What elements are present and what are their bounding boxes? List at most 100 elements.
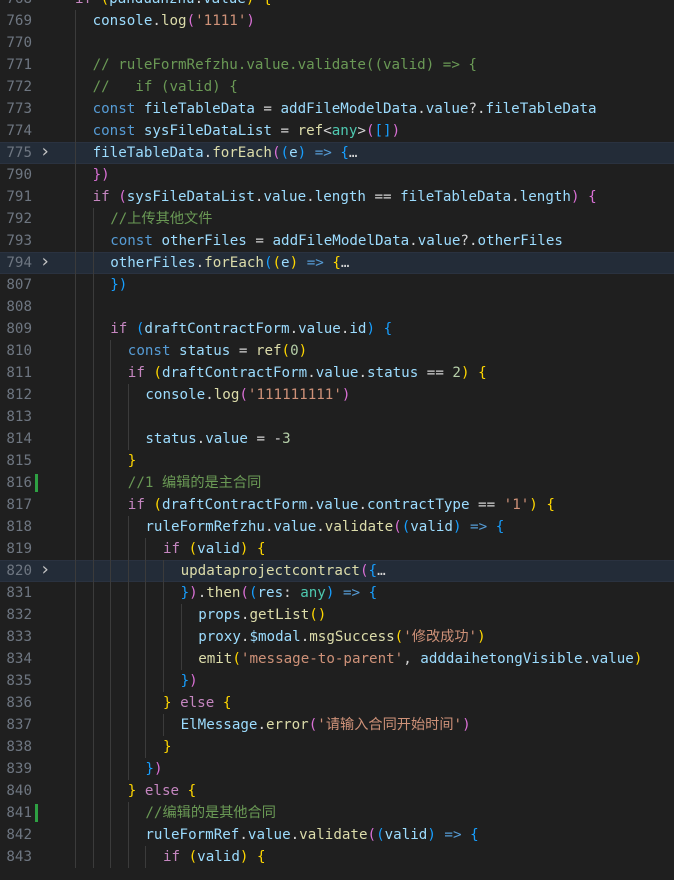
chevron-right-icon[interactable]: › xyxy=(38,142,52,162)
code-text[interactable]: const fileTableData = addFileModelData.v… xyxy=(93,98,597,120)
code-line[interactable]: 815} xyxy=(0,450,674,472)
code-text[interactable]: // ruleFormRefzhu.value.validate((valid)… xyxy=(93,54,477,76)
code-line[interactable]: 808 xyxy=(0,296,674,318)
code-line[interactable]: 769 console.log('1111') xyxy=(0,10,674,32)
indent-guide xyxy=(92,428,94,450)
code-text[interactable]: status.value = -3 xyxy=(145,428,290,450)
code-text[interactable]: const otherFiles = addFileModelData.valu… xyxy=(110,230,563,252)
code-token: = xyxy=(246,233,273,249)
code-text[interactable]: const sysFileDataList = ref<any>([]) xyxy=(93,120,401,142)
code-text[interactable]: if (valid) { xyxy=(163,538,266,560)
code-line[interactable]: 837 ElMessage.error('请输入合同开始时间') xyxy=(0,714,674,736)
code-token: '1111' xyxy=(195,13,247,29)
code-text[interactable]: if (valid) { xyxy=(163,846,266,868)
code-text[interactable]: }) xyxy=(110,274,127,296)
code-token: ( xyxy=(153,365,162,381)
code-line[interactable]: 771 // ruleFormRefzhu.value.validate((val… xyxy=(0,54,674,76)
code-text[interactable]: fileTableData.forEach((e) => {… xyxy=(93,142,358,164)
code-line[interactable]: 832 props.getList() xyxy=(0,604,674,626)
code-line[interactable]: 833 proxy.$modal.msgSuccess('修改成功') xyxy=(0,626,674,648)
code-text[interactable]: if (draftContractForm.value.id) { xyxy=(110,318,392,340)
code-text[interactable]: if (draftContractForm.value.status == 2)… xyxy=(128,362,487,384)
code-line[interactable]: 807}) xyxy=(0,274,674,296)
code-line[interactable]: 840} else { xyxy=(0,780,674,802)
code-line[interactable]: 792 //上传其他文件 xyxy=(0,208,674,230)
code-token: //编辑的是其他合同 xyxy=(145,805,276,821)
code-line[interactable]: 813 xyxy=(0,406,674,428)
code-line[interactable]: 811 if (draftContractForm.value.status ==… xyxy=(0,362,674,384)
code-text[interactable]: if (draftContractForm.value.contractType… xyxy=(128,494,555,516)
code-line[interactable]: 831}).then((res: any) => { xyxy=(0,582,674,604)
code-token: => xyxy=(444,827,462,843)
line-number: 832 xyxy=(6,607,32,623)
code-line[interactable]: 835}) xyxy=(0,670,674,692)
code-text[interactable]: ruleFormRef.value.validate((valid) => { xyxy=(145,824,478,846)
code-token: . xyxy=(289,321,299,337)
code-token: . xyxy=(582,651,592,667)
code-editor[interactable]: 768if (panduanzhu.value) {769console.log… xyxy=(0,0,674,868)
code-line[interactable]: 820 › updataprojectcontract({… xyxy=(0,560,674,582)
code-line[interactable]: 790}) xyxy=(0,164,674,186)
code-text[interactable]: //上传其他文件 xyxy=(110,208,212,230)
code-line[interactable]: 793 const otherFiles = addFileModelData.v… xyxy=(0,230,674,252)
code-text[interactable]: ruleFormRefzhu.value.validate((valid) =>… xyxy=(145,516,504,538)
code-line[interactable]: 816 //1 编辑的是主合同 xyxy=(0,472,674,494)
code-line[interactable]: 818 ruleFormRefzhu.value.validate((valid)… xyxy=(0,516,674,538)
code-token: '请输入合同开始时间' xyxy=(317,717,463,733)
code-line[interactable]: 834 emit('message-to-parent', adddaiheton… xyxy=(0,648,674,670)
chevron-right-icon[interactable]: › xyxy=(38,560,52,580)
code-text[interactable]: proxy.$modal.msgSuccess('修改成功') xyxy=(198,626,485,648)
code-line[interactable]: 772 // if (valid) { xyxy=(0,76,674,98)
code-line[interactable]: 794 › otherFiles.forEach((e) => {… xyxy=(0,252,674,274)
code-line[interactable]: 810 const status = ref(0) xyxy=(0,340,674,362)
chevron-right-icon[interactable]: › xyxy=(38,252,52,272)
code-text[interactable]: } xyxy=(128,450,137,472)
code-line[interactable]: 838} xyxy=(0,736,674,758)
code-line[interactable]: 791 if (sysFileDataList.value.length == f… xyxy=(0,186,674,208)
code-line[interactable]: 775 › fileTableData.forEach((e) => {… xyxy=(0,142,674,164)
code-token: value xyxy=(417,233,461,249)
code-text[interactable]: // if (valid) { xyxy=(93,76,238,98)
code-text[interactable]: if (sysFileDataList.value.length == file… xyxy=(93,186,597,208)
code-text[interactable]: console.log('1111') xyxy=(93,10,255,32)
code-text[interactable]: const status = ref(0) xyxy=(128,340,307,362)
code-text[interactable]: } else { xyxy=(128,780,196,802)
code-text[interactable]: }).then((res: any) => { xyxy=(181,582,378,604)
code-text[interactable]: otherFiles.forEach((e) => {… xyxy=(110,252,349,274)
code-token: . xyxy=(358,365,367,381)
code-line[interactable]: 773 const fileTableData = addFileModelDat… xyxy=(0,98,674,120)
code-text[interactable]: } else { xyxy=(163,692,231,714)
code-token: validate xyxy=(324,519,394,535)
code-token: . xyxy=(306,189,315,205)
code-text[interactable]: if (panduanzhu.value) { xyxy=(75,0,272,10)
git-change-marker xyxy=(35,804,38,822)
code-text[interactable]: } xyxy=(163,736,172,758)
code-line[interactable]: 839}) xyxy=(0,758,674,780)
code-text[interactable]: ElMessage.error('请输入合同开始时间') xyxy=(181,714,471,736)
code-token: { xyxy=(256,541,266,557)
code-text[interactable]: }) xyxy=(145,758,162,780)
code-line[interactable]: 841 //编辑的是其他合同 xyxy=(0,802,674,824)
code-line[interactable]: 809 if (draftContractForm.value.id) { xyxy=(0,318,674,340)
code-text[interactable]: emit('message-to-parent', adddaihetongVi… xyxy=(198,648,642,670)
code-line[interactable]: 770 xyxy=(0,32,674,54)
code-text[interactable]: updataprojectcontract({… xyxy=(181,560,386,582)
code-text[interactable]: //编辑的是其他合同 xyxy=(145,802,276,824)
code-line[interactable]: 812 console.log('111111111') xyxy=(0,384,674,406)
code-line[interactable]: 819 if (valid) { xyxy=(0,538,674,560)
code-line[interactable]: 842 ruleFormRef.value.validate((valid) =>… xyxy=(0,824,674,846)
code-token: ) xyxy=(341,387,351,403)
code-text[interactable]: console.log('111111111') xyxy=(145,384,350,406)
code-text[interactable]: }) xyxy=(181,670,198,692)
code-line[interactable]: 836} else { xyxy=(0,692,674,714)
code-line[interactable]: 817 if (draftContractForm.value.contractT… xyxy=(0,494,674,516)
code-token: // ruleFormRefzhu.value.validate((valid)… xyxy=(92,57,477,73)
code-text[interactable]: props.getList() xyxy=(198,604,326,626)
code-text[interactable]: //1 编辑的是主合同 xyxy=(128,472,261,494)
code-line[interactable]: 843 if (valid) { xyxy=(0,846,674,868)
code-line[interactable]: 814 status.value = -3 xyxy=(0,428,674,450)
code-line[interactable]: 774 const sysFileDataList = ref<any>([]) xyxy=(0,120,674,142)
code-text[interactable]: }) xyxy=(93,164,110,186)
code-line[interactable]: 768 if (panduanzhu.value) { xyxy=(0,0,674,10)
